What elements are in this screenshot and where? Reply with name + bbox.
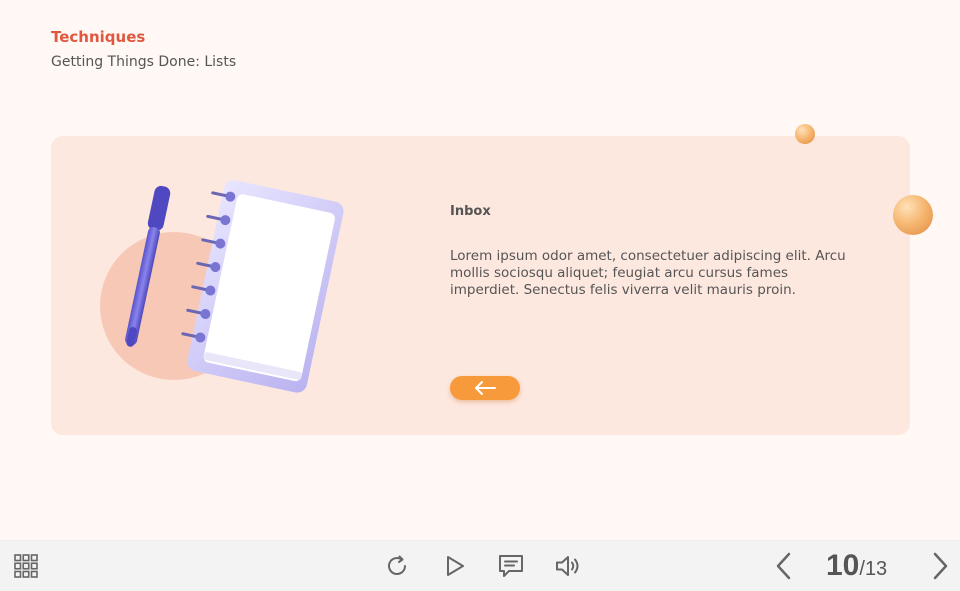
volume-icon — [556, 556, 579, 576]
prev-slide-button[interactable] — [774, 552, 794, 580]
prev-arrow-icon — [776, 552, 791, 580]
content-card: Inbox Lorem ipsum odor amet, consectetue… — [51, 136, 910, 435]
decorative-ball-small — [795, 124, 815, 144]
card-body-text: Lorem ipsum odor amet, consectetuer adip… — [450, 248, 846, 298]
slide-header: Techniques Getting Things Done: Lists — [51, 27, 236, 71]
player-toolbar: 10/13 — [0, 540, 960, 591]
menu-button[interactable] — [14, 554, 38, 578]
replay-button[interactable] — [385, 554, 409, 578]
section-title: Techniques — [51, 28, 146, 46]
next-arrow-icon — [933, 552, 948, 580]
page-counter: 10/13 — [826, 549, 887, 583]
page-current: 10 — [826, 549, 860, 582]
play-button[interactable] — [443, 554, 467, 578]
arrow-left-icon — [475, 381, 496, 395]
next-slide-button[interactable] — [930, 552, 950, 580]
slide-subtitle: Getting Things Done: Lists — [51, 54, 237, 70]
back-button[interactable] — [450, 376, 520, 400]
replay-icon — [388, 555, 406, 575]
transcript-button[interactable] — [498, 554, 524, 578]
notebook-illustration — [100, 180, 344, 393]
page-total: 13 — [864, 558, 888, 580]
play-icon — [447, 556, 464, 576]
card-title: Inbox — [450, 204, 491, 219]
transcript-icon — [499, 555, 523, 577]
volume-button[interactable] — [555, 554, 581, 578]
grid-menu-icon — [14, 554, 38, 578]
decorative-ball-large — [893, 195, 933, 235]
card-text-block: Inbox Lorem ipsum odor amet, consectetue… — [450, 204, 850, 299]
